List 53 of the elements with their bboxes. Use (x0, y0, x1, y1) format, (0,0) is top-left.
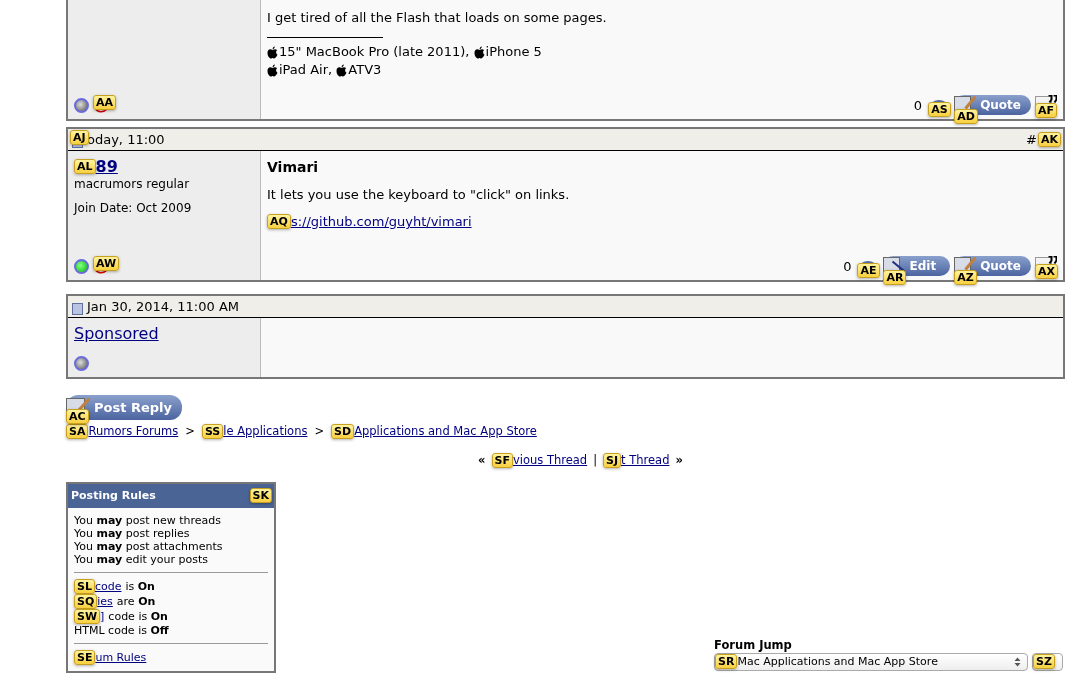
rule-text: You may post attachments (74, 539, 224, 553)
panel-title: Posting Rules (71, 489, 156, 502)
rule-text: is On (125, 579, 155, 593)
link-hint-tooltip: AQ (267, 214, 291, 229)
rule-text: are On (116, 594, 156, 608)
link-hint-tooltip: SS (201, 423, 224, 439)
link-hint-tooltip: SL (74, 578, 95, 594)
breadcrumb-separator: > (185, 424, 195, 438)
link-hint-tooltip: AJ (70, 129, 89, 145)
link-hint-tooltip: AD (954, 109, 978, 124)
forum-jump-label: Forum Jump (714, 637, 793, 652)
link-hint-tooltip: AZ (954, 270, 977, 285)
post-text: It lets you use the keyboard to "click" on links. (267, 187, 571, 202)
link-hint-tooltip: SD (331, 423, 355, 439)
nav-separator: | (593, 453, 598, 467)
breadcrumb-separator: > (314, 424, 325, 438)
link-hint-tooltip: SQ (74, 593, 98, 609)
link-hint-tooltip: SK (249, 488, 272, 503)
link-hint-tooltip: AK (1037, 132, 1061, 147)
link-hint-tooltip: AW (93, 256, 120, 271)
nav-arrow: « (478, 453, 486, 467)
thanks-count: 0 (913, 97, 923, 113)
link-hint-tooltip: SE (74, 649, 96, 665)
rule-text: HTML code is Off (74, 623, 169, 637)
rule-text: You may post new threads (74, 513, 222, 527)
link-hint-tooltip: AA (93, 95, 117, 110)
link-hint-tooltip: SW (74, 608, 101, 624)
post-title: Vimari (267, 159, 320, 175)
rule-text: code is On (108, 609, 168, 623)
signature-text: 15" MacBook Pro (late 2011), (279, 43, 471, 61)
link-hint-tooltip: AR (883, 270, 907, 285)
link-hint-tooltip: AL (74, 159, 96, 174)
link-hint-tooltip: SR (715, 654, 738, 669)
post-date: oday, 11:00 (87, 132, 165, 147)
post-text: I get tired of all the Flash that loads on some pages. (267, 10, 608, 25)
link-hint-tooltip: AF (1035, 103, 1058, 118)
link-hint-tooltip: SA (66, 423, 89, 439)
link-hint-tooltip: SF (491, 452, 513, 468)
signature-text: iPhone 5 (485, 43, 542, 61)
link-hint-tooltip: AX (1035, 264, 1058, 279)
post-date: Jan 30, 2014, 11:00 AM (87, 299, 240, 314)
signature-text: ATV3 (348, 61, 382, 79)
link-hint-tooltip: AE (857, 263, 880, 278)
link-hint-tooltip: AS (928, 102, 951, 117)
rule-text: You may post replies (74, 526, 191, 540)
nav-arrow: » (675, 453, 683, 467)
link-hint-tooltip: SJ (603, 452, 622, 468)
rule-text: You may edit your posts (74, 552, 210, 566)
join-date: Join Date: Oct 2009 (74, 201, 193, 215)
thanks-count: 0 (843, 258, 852, 274)
link-hint-tooltip: SZ (1033, 654, 1055, 669)
user-title: macrumors regular (74, 177, 191, 191)
signature-text: iPad Air, (279, 61, 334, 79)
